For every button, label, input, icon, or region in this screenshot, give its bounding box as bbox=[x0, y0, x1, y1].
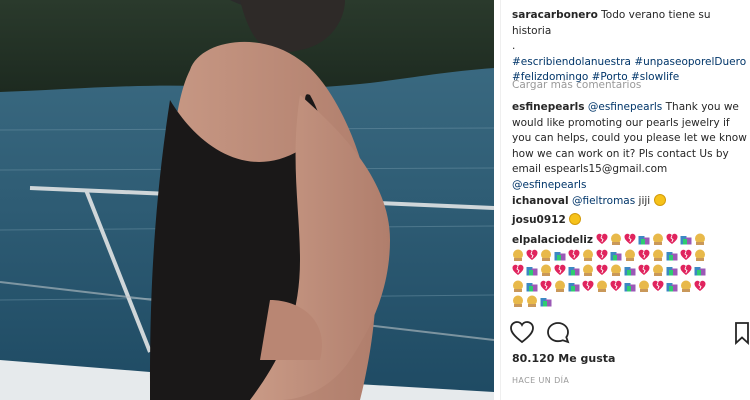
person-emoji-icon bbox=[541, 249, 551, 261]
person-emoji-icon bbox=[583, 264, 593, 276]
emoji-sequence bbox=[512, 249, 708, 262]
author-username[interactable]: saracarbonero bbox=[512, 9, 598, 21]
shopping-bags-emoji-icon bbox=[568, 282, 580, 291]
broken-heart-emoji-icon bbox=[568, 249, 580, 260]
shopping-bags-emoji-icon bbox=[624, 267, 636, 276]
person-emoji-icon bbox=[527, 295, 537, 307]
comment-mention[interactable]: @fieltromas bbox=[572, 195, 635, 207]
shopping-bags-emoji-icon bbox=[568, 267, 580, 276]
shopping-bags-emoji-icon bbox=[666, 251, 678, 260]
smile-emoji-icon bbox=[653, 194, 666, 206]
person-emoji-icon bbox=[597, 280, 607, 292]
photo-illustration bbox=[0, 0, 494, 400]
broken-heart-emoji-icon bbox=[554, 264, 566, 275]
shopping-bags-emoji-icon bbox=[680, 236, 692, 245]
comment-ichanoval: ichanoval @fieltromas jiji bbox=[512, 194, 748, 210]
comment-bubble-icon[interactable] bbox=[547, 322, 570, 344]
post-actions bbox=[510, 320, 750, 346]
comment-text: Thank you we bbox=[662, 101, 739, 113]
comment-elpalaciodeliz: elpalaciodeliz bbox=[512, 233, 748, 311]
broken-heart-emoji-icon bbox=[596, 249, 608, 260]
broken-heart-emoji-icon bbox=[638, 249, 650, 260]
person-emoji-icon bbox=[583, 249, 593, 261]
broken-heart-emoji-icon bbox=[680, 264, 692, 275]
broken-heart-emoji-icon bbox=[680, 249, 692, 260]
comment-josu0912: josu0912 bbox=[512, 213, 748, 229]
shopping-bags-emoji-icon bbox=[540, 298, 552, 307]
hashtags-line-1[interactable]: #escribiendolanuestra #unpaseoporelDuero bbox=[512, 56, 746, 68]
shopping-bags-emoji-icon bbox=[624, 282, 636, 291]
smile-emoji-icon bbox=[569, 213, 582, 225]
like-count[interactable]: 80.120 Me gusta bbox=[512, 351, 615, 367]
comment-mention[interactable]: @esfinepearls bbox=[512, 179, 586, 191]
broken-heart-emoji-icon bbox=[526, 249, 538, 260]
person-emoji-icon bbox=[555, 280, 565, 292]
like-heart-icon[interactable] bbox=[510, 321, 534, 344]
broken-heart-emoji-icon bbox=[652, 280, 664, 291]
comment-username[interactable]: elpalaciodeliz bbox=[512, 234, 593, 246]
broken-heart-emoji-icon bbox=[582, 280, 594, 291]
person-emoji-icon bbox=[653, 264, 663, 276]
person-emoji-icon bbox=[639, 280, 649, 292]
person-emoji-icon bbox=[625, 249, 635, 261]
comment-text: how we can work on it? Pls contact Us by bbox=[512, 147, 729, 160]
broken-heart-emoji-icon bbox=[666, 233, 678, 244]
comments-panel: saracarbonero Todo verano tiene su histo… bbox=[500, 0, 750, 400]
shopping-bags-emoji-icon bbox=[694, 267, 706, 276]
person-emoji-icon bbox=[653, 233, 664, 245]
load-more-comments[interactable]: Cargar más comentarios bbox=[512, 78, 748, 94]
person-emoji-icon bbox=[681, 280, 691, 292]
shopping-bags-emoji-icon bbox=[638, 236, 650, 245]
broken-heart-emoji-icon bbox=[638, 264, 650, 275]
broken-heart-emoji-icon bbox=[596, 264, 608, 275]
shopping-bags-emoji-icon bbox=[666, 282, 678, 291]
broken-heart-emoji-icon bbox=[540, 280, 552, 291]
post-photo[interactable] bbox=[0, 0, 494, 400]
comment-text: jiji bbox=[635, 195, 651, 207]
person-emoji-icon bbox=[611, 233, 622, 245]
emoji-sequence bbox=[512, 295, 554, 308]
emoji-sequence bbox=[512, 280, 708, 293]
comment-mention[interactable]: @esfinepearls bbox=[588, 101, 662, 113]
comment-text: email espearls15@gmail.com bbox=[512, 163, 668, 175]
post-caption: saracarbonero Todo verano tiene su histo… bbox=[512, 8, 748, 86]
person-emoji-icon bbox=[513, 280, 523, 292]
person-emoji-icon bbox=[513, 249, 523, 261]
shopping-bags-emoji-icon bbox=[526, 282, 538, 291]
comment-username[interactable]: esfinepearls bbox=[512, 101, 585, 113]
bookmark-icon[interactable] bbox=[735, 322, 749, 346]
person-emoji-icon bbox=[541, 264, 551, 276]
shopping-bags-emoji-icon bbox=[554, 251, 566, 260]
shopping-bags-emoji-icon bbox=[526, 267, 538, 276]
broken-heart-emoji-icon bbox=[624, 233, 636, 244]
person-emoji-icon bbox=[695, 233, 706, 245]
comment-esfinepearls: esfinepearls @esfinepearls Thank you we … bbox=[512, 100, 748, 193]
person-emoji-icon bbox=[695, 249, 705, 261]
broken-heart-emoji-icon bbox=[694, 280, 706, 291]
shopping-bags-emoji-icon bbox=[666, 267, 678, 276]
comment-username[interactable]: ichanoval bbox=[512, 195, 569, 207]
shopping-bags-emoji-icon bbox=[610, 251, 622, 260]
broken-heart-emoji-icon bbox=[512, 264, 524, 275]
comment-text: you can helps, could you please let we k… bbox=[512, 132, 747, 144]
person-emoji-icon bbox=[513, 295, 523, 307]
emoji-sequence bbox=[596, 233, 708, 246]
broken-heart-emoji-icon bbox=[610, 280, 622, 291]
comment-text: would like promoting our pearls jewelry … bbox=[512, 116, 730, 129]
comment-username[interactable]: josu0912 bbox=[512, 214, 566, 226]
broken-heart-emoji-icon bbox=[596, 233, 608, 244]
person-emoji-icon bbox=[653, 249, 663, 261]
person-emoji-icon bbox=[611, 264, 621, 276]
caption-dot: . bbox=[512, 40, 516, 52]
post-timestamp: HACE UN DÍA bbox=[512, 376, 570, 385]
emoji-sequence bbox=[512, 264, 708, 277]
